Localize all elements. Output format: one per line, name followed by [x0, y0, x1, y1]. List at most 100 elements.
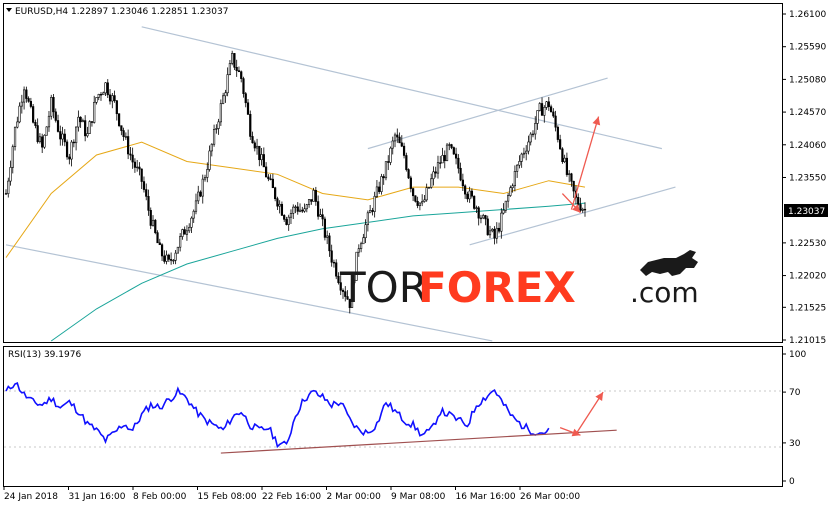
candle-body [421, 201, 424, 204]
candle-body [529, 133, 532, 143]
candle-body [531, 133, 535, 136]
candle-body [441, 155, 444, 164]
price-tick-label: 1.22020 [789, 272, 826, 282]
candle-body [154, 219, 157, 233]
candle-body [502, 209, 505, 214]
candle-body [167, 254, 170, 260]
candle-body [482, 215, 485, 219]
candle-body [124, 136, 127, 138]
candle-body [117, 113, 121, 126]
candle-body [158, 242, 161, 246]
candle-body [436, 162, 440, 174]
time-tick-label: 9 Mar 08:00 [391, 492, 446, 502]
candle-body [142, 181, 146, 190]
candle-body [527, 141, 530, 152]
candle-body [493, 228, 496, 239]
candle-body [136, 166, 139, 169]
rsi-header: RSI(13) 39.1976 [8, 350, 81, 360]
candle-body [525, 150, 528, 154]
candle-body [131, 154, 134, 163]
candle-body [90, 121, 94, 123]
candle-body [145, 189, 148, 197]
candle-body [332, 261, 336, 264]
candle-body [473, 195, 476, 209]
candle-body [536, 110, 539, 124]
candle-body [4, 193, 8, 195]
candle-body [41, 136, 44, 148]
candle-body [409, 177, 412, 189]
candle-body [63, 133, 66, 143]
candle-body [477, 207, 480, 219]
candle-body [287, 216, 290, 225]
candle-body [378, 186, 381, 192]
candle-body [303, 208, 306, 212]
candle-body [518, 161, 521, 166]
time-tick-label: 24 Jan 2018 [4, 492, 58, 502]
candle-body [34, 122, 37, 126]
candle-body [425, 187, 428, 201]
candle-body [276, 198, 279, 207]
time-tick-label: 31 Jan 16:00 [69, 492, 126, 502]
rsi-axis: 100 70 30 0 [782, 350, 806, 487]
candle-body [16, 121, 19, 128]
candle-body [373, 195, 376, 212]
candle-body [391, 140, 394, 149]
candle-body [452, 147, 455, 155]
candle-body [432, 171, 435, 180]
candle-body [81, 120, 84, 123]
candle-body [491, 228, 494, 232]
candle-body [298, 209, 302, 212]
candle-body [188, 227, 191, 232]
candle-body [366, 212, 369, 225]
candle-body [138, 166, 141, 170]
candle-body [75, 126, 78, 144]
candle-body [237, 70, 241, 72]
candle-body [507, 195, 510, 202]
candle-body [457, 157, 460, 169]
candle-body [572, 180, 575, 192]
price-tick-label: 1.25080 [789, 75, 826, 85]
candle-body [210, 143, 213, 152]
candle-body [439, 162, 442, 164]
candle-body [364, 224, 367, 239]
candle-body [283, 215, 286, 220]
price-tick-label: 1.21525 [789, 303, 826, 313]
candle-body [47, 115, 51, 128]
candle-body [72, 141, 75, 144]
candle-body [197, 191, 200, 202]
candle-body [9, 167, 12, 182]
candle-body [151, 219, 155, 226]
rsi-tick-label: 0 [789, 477, 795, 487]
candle-body [387, 161, 390, 163]
rsi-tick-label: 100 [789, 350, 806, 360]
candle-body [549, 106, 553, 113]
candle-body [179, 236, 182, 248]
candle-body [156, 232, 159, 244]
candle-body [215, 128, 218, 130]
candle-body [163, 255, 166, 262]
price-tick-label: 1.24060 [789, 141, 826, 151]
candle-body [253, 142, 256, 149]
candle-body [434, 171, 437, 174]
candle-body [405, 155, 408, 170]
candle-body [554, 115, 557, 128]
candle-body [249, 114, 252, 137]
candle-body [464, 185, 467, 195]
time-tick-label: 15 Feb 08:00 [198, 492, 257, 502]
candle-body [212, 128, 216, 145]
candle-body [176, 246, 179, 254]
candle-body [294, 206, 297, 208]
candle-body [328, 235, 331, 252]
candle-body [160, 244, 164, 257]
candle-body [45, 126, 48, 136]
candle-body [242, 78, 245, 94]
price-tick-label: 1.22530 [789, 239, 826, 249]
brand-part-3: .com [630, 276, 699, 309]
candle-body [547, 101, 550, 108]
candle-body [296, 206, 299, 212]
candle-body [194, 200, 198, 212]
candle-body [577, 197, 580, 205]
candle-body [466, 193, 469, 200]
candle-body [206, 169, 209, 178]
candle-body [190, 217, 193, 228]
